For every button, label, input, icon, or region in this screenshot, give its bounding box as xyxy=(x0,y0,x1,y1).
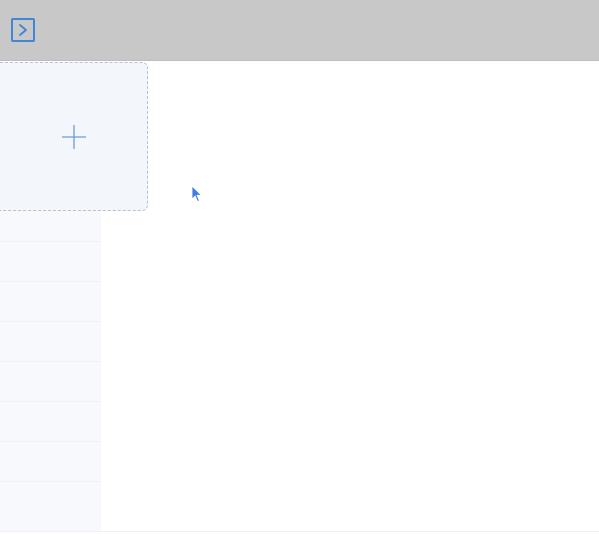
app-window xyxy=(0,0,599,534)
panel-divider xyxy=(0,361,101,362)
mouse-pointer-icon xyxy=(191,185,203,203)
expand-sidebar-button[interactable] xyxy=(11,18,35,42)
panel-divider xyxy=(0,321,101,322)
top-toolbar xyxy=(0,0,599,61)
chevron-right-icon xyxy=(19,24,27,36)
panel-divider xyxy=(0,241,101,242)
add-item-tile[interactable] xyxy=(0,62,148,211)
side-panel xyxy=(0,211,101,531)
panel-divider xyxy=(0,441,101,442)
panel-divider xyxy=(0,281,101,282)
panel-divider xyxy=(0,481,101,482)
bottom-divider xyxy=(0,531,599,532)
plus-icon xyxy=(61,124,86,149)
panel-divider xyxy=(0,401,101,402)
